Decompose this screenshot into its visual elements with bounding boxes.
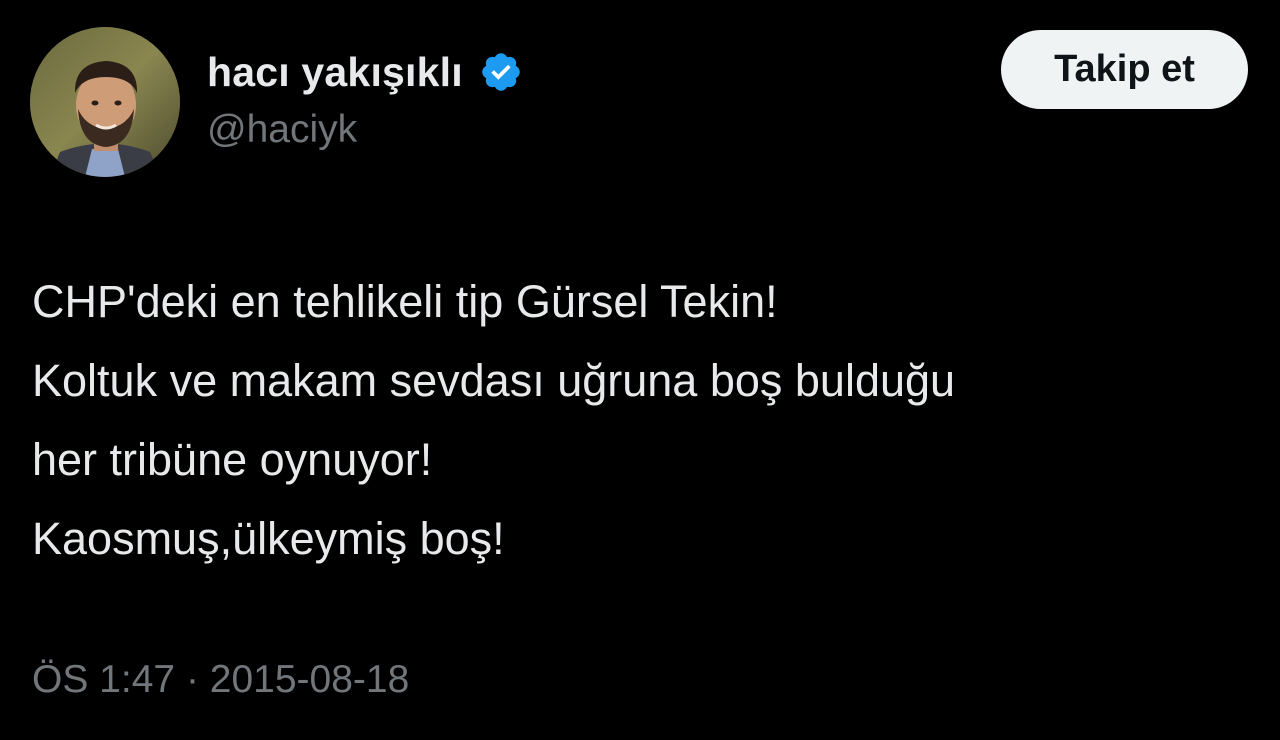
profile-photo-icon — [30, 27, 180, 177]
tweet-text-line: Kaosmuş,ülkeymiş boş! — [32, 513, 505, 564]
avatar[interactable] — [30, 27, 180, 177]
meta-separator: · — [185, 658, 199, 701]
tweet-time: ÖS 1:47 — [32, 658, 176, 701]
tweet-text-line: her tribüne oynuyor! — [32, 434, 433, 485]
follow-button[interactable]: Takip et — [1001, 30, 1248, 109]
tweet-date: 2015-08-18 — [209, 658, 410, 701]
tweet-text-line: CHP'deki en tehlikeli tip Gürsel Tekin! — [32, 276, 778, 327]
tweet-text: CHP'deki en tehlikeli tip Gürsel Tekin! … — [32, 262, 1242, 578]
author-name-row: hacı yakışıklı — [207, 44, 523, 100]
display-name[interactable]: hacı yakışıklı — [207, 49, 463, 96]
tweet-card: hacı yakışıklı @haciyk Takip et CHP'deki… — [0, 0, 1280, 740]
verified-badge-icon[interactable] — [479, 50, 523, 94]
tweet-timestamp[interactable]: ÖS 1:47 · 2015-08-18 — [32, 658, 409, 702]
tweet-text-line: Koltuk ve makam sevdası uğruna boş buldu… — [32, 355, 956, 406]
user-handle[interactable]: @haciyk — [207, 108, 357, 152]
